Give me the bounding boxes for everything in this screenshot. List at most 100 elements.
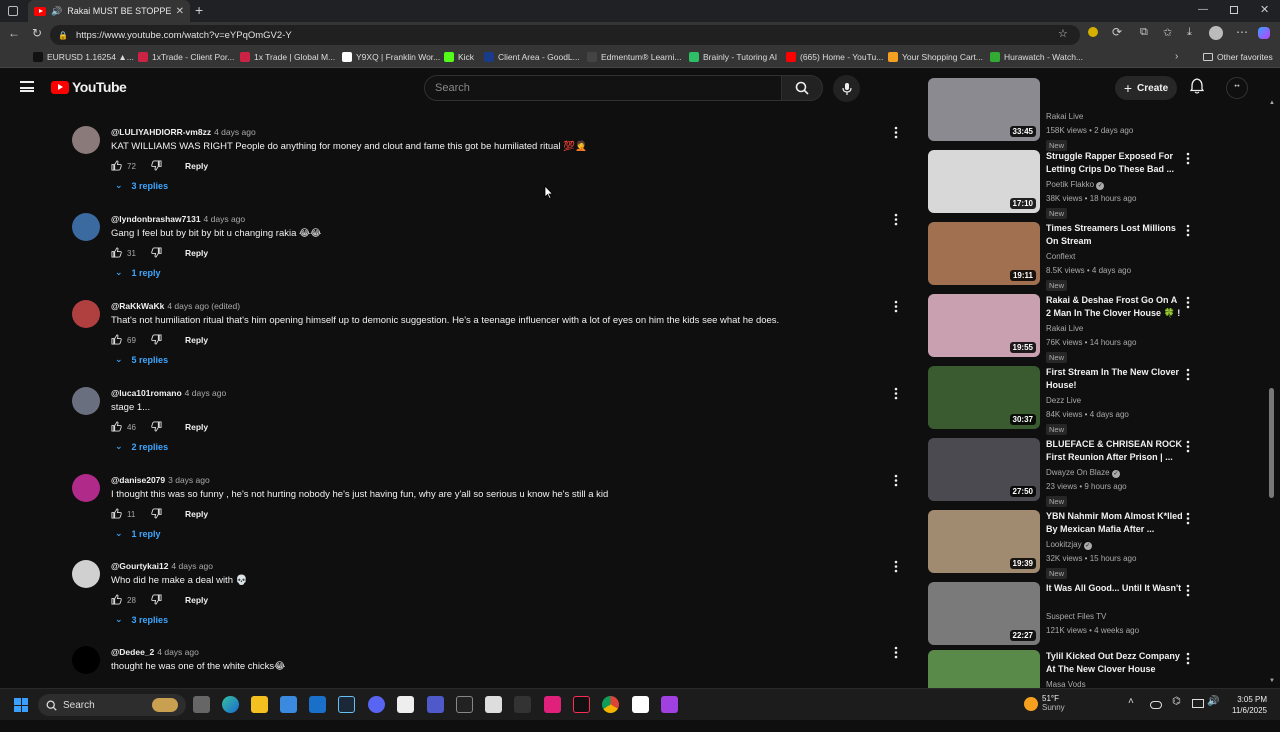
video-title[interactable]: YBN Nahmir Mom Almost K*lled By Mexican … [1046,510,1184,536]
scroll-up-icon[interactable]: ▲ [1269,100,1275,106]
video-menu-icon[interactable] [1186,296,1196,310]
video-thumbnail[interactable]: 22:27 [928,582,1040,645]
reply-button[interactable]: Reply [185,161,208,171]
video-channel[interactable]: Dwayze On Blaze ✓ [1046,468,1120,478]
chevron-up-icon[interactable]: ˄ [1128,696,1140,707]
comment-menu-icon[interactable] [894,387,904,401]
related-video-item[interactable]: 30:37 First Stream In The New Clover Hous… [928,366,1200,435]
comment-time[interactable]: 4 days ago [185,388,227,398]
commenter-avatar[interactable] [72,213,100,241]
display-icon[interactable] [1192,699,1204,708]
bookmark-11[interactable]: Hurawatch - Watch... [990,52,1083,62]
commenter-avatar[interactable] [72,126,100,154]
comment-username[interactable]: @lyndonbrashaw7131 [111,214,201,224]
video-channel[interactable]: Suspect Files TV [1046,612,1106,621]
outlook-icon[interactable] [309,696,326,713]
comment-menu-icon[interactable] [894,126,904,140]
commenter-avatar[interactable] [72,474,100,502]
video-channel[interactable]: Rakai Live [1046,112,1083,121]
video-menu-icon[interactable] [1186,440,1196,454]
network-icon[interactable]: ⌬ [1172,696,1184,707]
dislike-icon[interactable] [151,247,163,259]
bookmark-10[interactable]: Your Shopping Cart... [888,52,983,62]
video-menu-icon[interactable] [1186,224,1196,238]
more-options-icon[interactable]: ⋯ [1236,25,1248,39]
like-icon[interactable] [111,247,123,259]
bookmark-2[interactable]: 1xTrade - Client Por... [138,52,234,62]
collections-icon[interactable]: ⧉ [1140,26,1148,39]
video-menu-icon[interactable] [1186,512,1196,526]
video-menu-icon[interactable] [1186,584,1196,598]
video-thumbnail[interactable]: 33:45 [928,78,1040,141]
related-video-item[interactable]: 19:11 Times Streamers Lost Millions On St… [928,222,1200,291]
comment-username[interactable]: @luca101romano [111,388,182,398]
back-icon[interactable]: ← [8,26,20,40]
reply-button[interactable]: Reply [185,248,208,258]
bookmark-1[interactable]: EURUSD 1.16254 ▲... [33,52,134,62]
scrollbar-thumb[interactable] [1269,388,1274,498]
video-thumbnail[interactable]: 30:37 [928,366,1040,429]
bookmark-4[interactable]: Y9XQ | Franklin Wor... [342,52,440,62]
notion-icon[interactable] [397,696,414,713]
bookmark-5[interactable]: Kick [444,52,474,62]
comment-menu-icon[interactable] [894,213,904,227]
dislike-icon[interactable] [151,334,163,346]
comment-time[interactable]: 4 days ago [204,214,246,224]
store-icon[interactable] [280,696,297,713]
video-channel[interactable]: Poetik Flakko ✓ [1046,180,1105,190]
video-title[interactable]: First Stream In The New Clover House! [1046,366,1184,392]
address-bar[interactable]: 🔒 https://www.youtube.com/watch?v=eYPqOm… [50,25,1080,45]
chrome-icon[interactable] [602,696,619,713]
profile-icon[interactable] [1209,26,1223,40]
like-icon[interactable] [111,508,123,520]
taskbar-clock[interactable]: 3:05 PM 11/6/2025 [1232,694,1267,716]
taskbar-search[interactable]: Search [38,694,186,716]
music-app-icon[interactable] [544,696,561,713]
view-replies-button[interactable]: ⌄ 1 reply [115,267,161,278]
reply-button[interactable]: Reply [185,595,208,605]
reply-button[interactable]: Reply [185,335,208,345]
edge-icon[interactable] [222,696,239,713]
minimize-icon[interactable]: — [1198,4,1208,15]
search-button[interactable] [781,75,823,101]
download-icon[interactable]: ⤓ [1187,26,1192,39]
comment-menu-icon[interactable] [894,560,904,574]
video-thumbnail[interactable]: 17:10 [928,150,1040,213]
favorites-icon[interactable]: ✩ [1163,26,1172,39]
capcut-icon[interactable] [456,696,473,713]
steam-icon[interactable] [338,696,355,713]
discord-icon[interactable] [368,696,385,713]
related-video-item[interactable]: 19:39 YBN Nahmir Mom Almost K*lled By Mex… [928,510,1200,579]
commenter-avatar[interactable] [72,300,100,328]
comment-time[interactable]: 4 days ago (edited) [167,301,240,311]
video-channel[interactable]: Conflext [1046,252,1075,261]
task-view-icon[interactable] [193,696,210,713]
weather-icon[interactable] [1024,697,1038,711]
comment-time[interactable]: 4 days ago [157,647,199,657]
new-tab-icon[interactable]: + [195,2,203,18]
comment-menu-icon[interactable] [894,474,904,488]
browser-tab-active[interactable]: 🔊 Rakai MUST BE STOPPED... - ✕ [28,0,190,22]
view-replies-button[interactable]: ⌄ 3 replies [115,180,168,191]
dislike-icon[interactable] [151,508,163,520]
related-video-item[interactable]: 19:55 Rakai & Deshae Frost Go On A 2 Man … [928,294,1200,363]
related-video-item[interactable]: 33:45 Rakai Live 158K views • 2 days ago Ne… [928,78,1200,151]
restore-icon[interactable] [1230,6,1238,14]
reply-button[interactable]: Reply [185,422,208,432]
bookmarks-overflow-icon[interactable]: › [1175,51,1178,62]
youtube-logo[interactable]: YouTube [51,79,127,95]
view-replies-button[interactable]: ⌄ 5 replies [115,354,168,365]
bookmark-7[interactable]: Edmentum® Learni... [587,52,681,62]
video-title[interactable]: Tylil Kicked Out Dezz Company At The New… [1046,650,1184,676]
scroll-down-icon[interactable]: ▼ [1269,678,1275,684]
bookmark-6[interactable]: Client Area - GoodL... [484,52,580,62]
comment-username[interactable]: @Gourtykai12 [111,561,168,571]
view-replies-button[interactable]: ⌄ 1 reply [115,528,161,539]
reply-button[interactable]: Reply [185,509,208,519]
bookmark-3[interactable]: 1x Trade | Global M... [240,52,335,62]
video-menu-icon[interactable] [1186,152,1196,166]
commenter-avatar[interactable] [72,646,100,674]
related-video-item[interactable]: 17:10 Struggle Rapper Exposed For Letting… [928,150,1200,219]
dislike-icon[interactable] [151,421,163,433]
comment-time[interactable]: 4 days ago [171,561,213,571]
